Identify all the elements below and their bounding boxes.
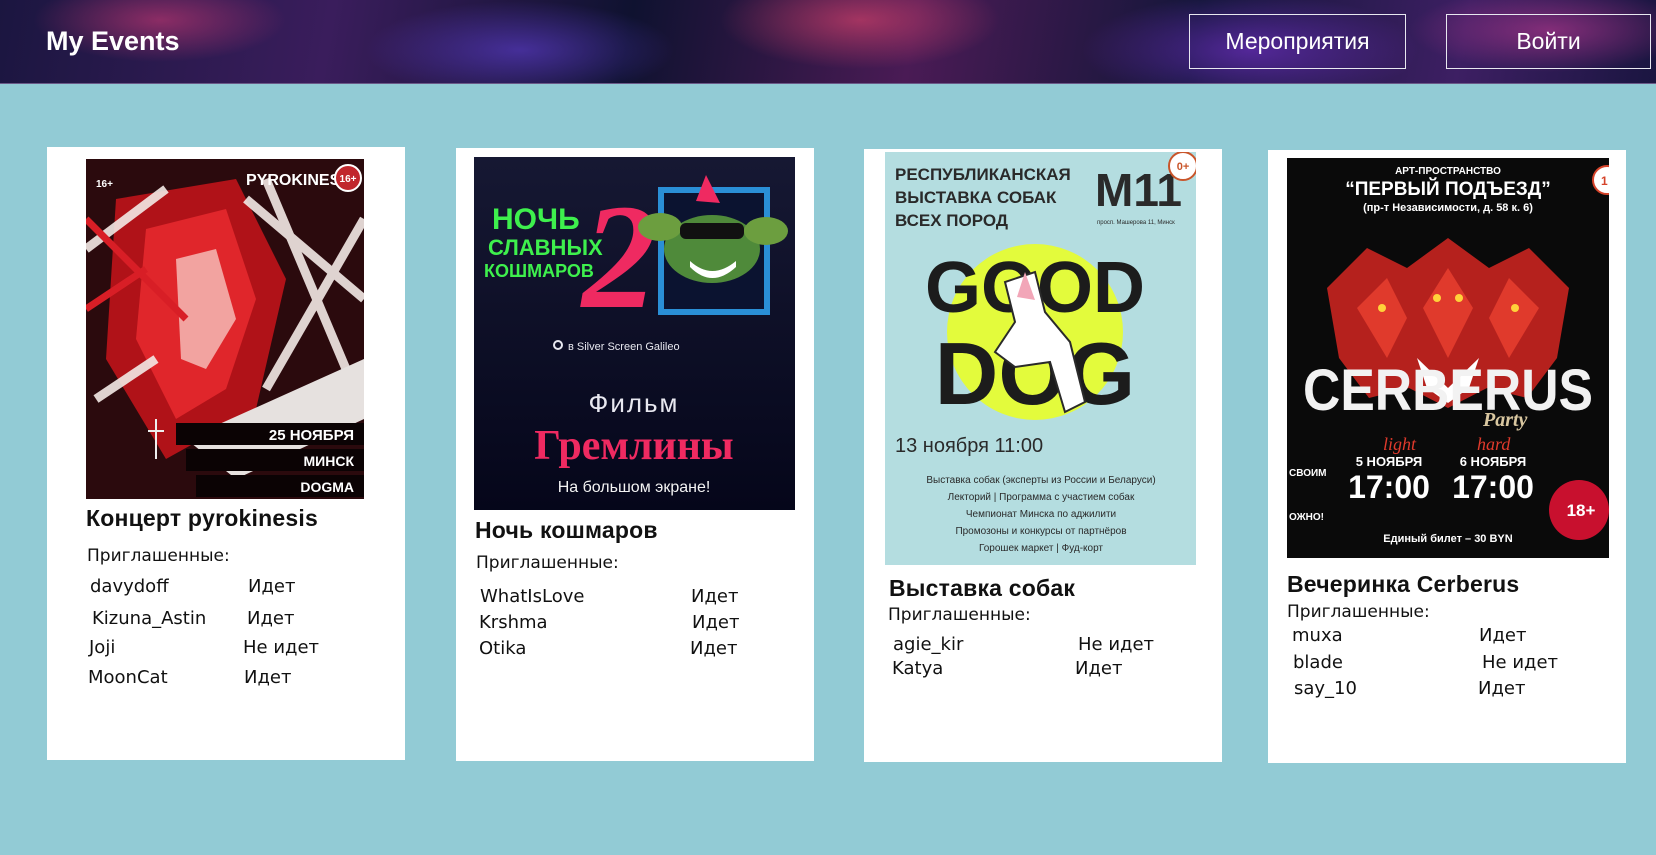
- poster-date1-text: 5 НОЯБРЯ: [1356, 454, 1423, 469]
- poster-top3-text: (пр-т Независимости, д. 58 к. 6): [1363, 202, 1533, 214]
- guest-status: Идет: [1075, 658, 1123, 679]
- poster-line3-text: КОШМАРОВ: [484, 261, 594, 281]
- event-poster[interactable]: АРТ-ПРОСТРАНСТВО “ПЕРВЫЙ ПОДЪЕЗД” (пр-т …: [1287, 158, 1609, 558]
- guest-name: agie_kir: [893, 634, 964, 655]
- poster-venue-text: DOGMA: [300, 479, 354, 495]
- guest-name: say_10: [1294, 678, 1357, 699]
- poster-info2-text: Лекторий | Программа с участием собак: [948, 491, 1135, 503]
- guest-name: davydoff: [90, 576, 169, 597]
- site-logo[interactable]: My Events: [46, 26, 180, 57]
- poster-time2-text: 17:00: [1452, 469, 1534, 505]
- event-poster[interactable]: PYROKINESIS 16+ 16+ 25 НОЯБРЯ МИНСК DOGM…: [86, 159, 364, 499]
- poster-datetime-text: 13 ноября 11:00: [895, 435, 1043, 457]
- guest-name: Joji: [89, 637, 116, 658]
- poster-address-text: просп. Машерова 11, Минск: [1097, 220, 1175, 226]
- guest-name: Krshma: [479, 612, 548, 633]
- header-bar: My Events Мероприятия Войти: [0, 0, 1656, 84]
- poster-info1-text: Выставка собак (эксперты из России и Бел…: [926, 474, 1155, 486]
- poster-film-label-text: Фильм: [589, 388, 680, 418]
- guest-name: WhatIsLove: [480, 586, 585, 607]
- poster-location-text: в Silver Screen Galileo: [568, 341, 680, 353]
- invited-label: Приглашенные:: [87, 546, 230, 566]
- poster-subtitle-text: На большом экране!: [558, 479, 711, 496]
- poster-number-text: 2: [580, 174, 657, 340]
- invited-label: Приглашенные:: [888, 605, 1031, 625]
- poster-corner-text: 1: [1601, 174, 1608, 188]
- guest-status: Идет: [244, 667, 292, 688]
- poster-info3-text: Чемпионат Минска по аджилити: [966, 509, 1116, 520]
- guest-status: Идет: [1479, 625, 1527, 646]
- poster-time1-text: 17:00: [1348, 469, 1430, 505]
- poster-top2-text: “ПЕРВЫЙ ПОДЪЕЗД”: [1345, 178, 1551, 200]
- poster-side-text: СВОИМ: [1289, 468, 1327, 479]
- poster-light-text: light: [1383, 434, 1417, 454]
- poster-date2-text: 6 НОЯБРЯ: [1460, 454, 1527, 469]
- guest-name: muxa: [1292, 625, 1343, 646]
- poster-age-text: 16+: [340, 174, 357, 185]
- event-title[interactable]: Концерт pyrokinesis: [86, 505, 318, 532]
- poster-party-text: Party: [1482, 409, 1528, 431]
- guest-status: Идет: [1478, 678, 1526, 699]
- event-poster[interactable]: НОЧЬ СЛАВНЫХ КОШМАРОВ 2 в Silver Screen …: [474, 157, 795, 510]
- poster-age-small-text: 16+: [96, 179, 113, 190]
- poster-hard-text: hard: [1477, 434, 1511, 454]
- poster-city-text: МИНСК: [304, 453, 355, 469]
- poster-film-title-text: Гремлины: [534, 423, 733, 469]
- login-button[interactable]: Войти: [1446, 14, 1651, 69]
- guest-name: Kizuna_Astin: [92, 608, 207, 629]
- guest-name: Otika: [479, 638, 527, 659]
- poster-heading1-text: РЕСПУБЛИКАНСКАЯ: [895, 165, 1071, 184]
- guest-status: Идет: [248, 576, 296, 597]
- guest-status: Не идет: [1078, 634, 1155, 655]
- poster-top1-text: АРТ-ПРОСТРАНСТВО: [1395, 166, 1501, 177]
- poster-side2-text: ОЖНО!: [1289, 512, 1324, 523]
- poster-age-text: 18+: [1567, 501, 1596, 520]
- poster-line1-text: НОЧЬ: [492, 203, 580, 236]
- guest-status: Идет: [692, 612, 740, 633]
- poster-date-text: 25 НОЯБРЯ: [269, 427, 354, 444]
- event-poster[interactable]: РЕСПУБЛИКАНСКАЯ ВЫСТАВКА СОБАК ВСЕХ ПОРО…: [885, 152, 1196, 565]
- guest-status: Идет: [690, 638, 738, 659]
- poster-name-text: CERBERUS: [1303, 358, 1593, 423]
- events-nav-button[interactable]: Мероприятия: [1189, 14, 1406, 69]
- poster-info5-text: Горошек маркет | Фуд-корт: [979, 543, 1103, 554]
- poster-heading3-text: ВСЕХ ПОРОД: [895, 211, 1008, 230]
- event-title[interactable]: Ночь кошмаров: [475, 517, 658, 544]
- guest-status: Не идет: [1482, 652, 1559, 673]
- guest-name: Katya: [892, 658, 944, 679]
- poster-info4-text: Промозоны и конкурсы от партнёров: [955, 526, 1126, 537]
- invited-label: Приглашенные:: [1287, 602, 1430, 622]
- guest-name: MoonCat: [88, 667, 168, 688]
- guest-status: Идет: [691, 586, 739, 607]
- poster-venue-text: M11: [1095, 164, 1182, 216]
- guest-status: Не идет: [243, 637, 320, 658]
- poster-age-text: 0+: [1177, 161, 1190, 173]
- guest-name: blade: [1293, 652, 1343, 673]
- poster-ticket-text: Единый билет – 30 BYN: [1383, 533, 1512, 545]
- event-title[interactable]: Вечеринка Cerberus: [1287, 571, 1519, 598]
- event-title[interactable]: Выставка собак: [889, 575, 1075, 602]
- poster-heading2-text: ВЫСТАВКА СОБАК: [895, 188, 1057, 207]
- invited-label: Приглашенные:: [476, 553, 619, 573]
- guest-status: Идет: [247, 608, 295, 629]
